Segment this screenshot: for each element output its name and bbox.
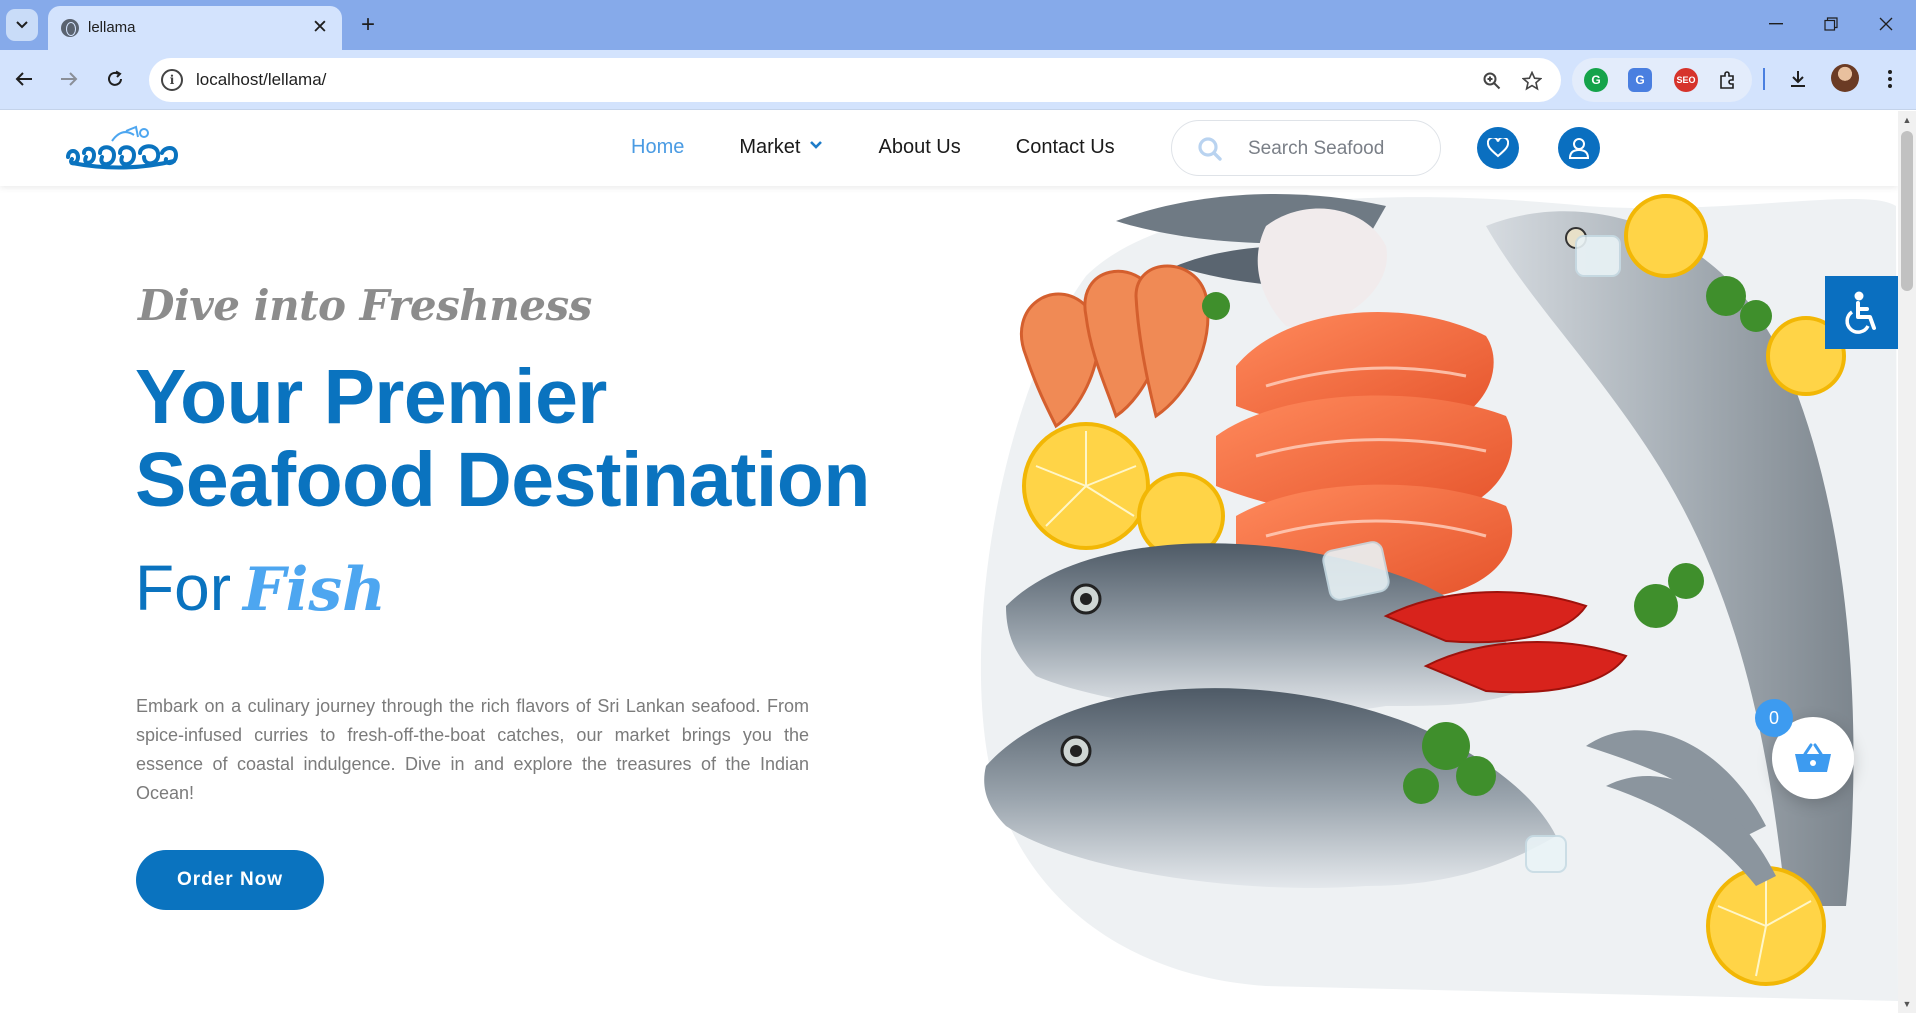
nav-home[interactable]: Home xyxy=(631,136,684,159)
hero-for-highlight: Fish xyxy=(243,555,386,625)
account-button[interactable] xyxy=(1558,127,1600,169)
minimize-button[interactable] xyxy=(1753,6,1799,42)
hero-headline: Your Premier Seafood Destination xyxy=(135,356,870,522)
nav-contact-us[interactable]: Contact Us xyxy=(1016,136,1115,159)
web-page: Home Market About Us Contact Us Dive int… xyxy=(0,111,1898,1013)
chrome-menu-button[interactable] xyxy=(1874,63,1906,95)
order-now-button[interactable]: Order Now xyxy=(136,850,324,910)
nav-about-us[interactable]: About Us xyxy=(878,136,960,159)
extensions-group: G G SEO xyxy=(1572,58,1752,102)
download-icon xyxy=(1791,71,1805,87)
hero-for-text: For xyxy=(135,552,231,624)
new-tab-button[interactable]: + xyxy=(352,9,384,41)
puzzle-extensions-icon[interactable] xyxy=(1716,68,1740,92)
restore-icon xyxy=(1824,17,1838,31)
scrollbar-thumb[interactable] xyxy=(1901,131,1913,291)
seafood-hero-image xyxy=(980,194,1898,1001)
nav-market[interactable]: Market xyxy=(739,136,823,159)
site-header: Home Market About Us Contact Us xyxy=(0,111,1898,186)
chevron-down-icon xyxy=(16,21,28,29)
cart-count-badge: 0 xyxy=(1755,699,1793,737)
hero-headline-line2: Seafood Destination xyxy=(135,437,870,523)
zoom-icon[interactable] xyxy=(1479,68,1505,94)
site-info-icon[interactable]: i xyxy=(161,69,183,91)
arrow-right-icon xyxy=(61,72,78,86)
reload-icon xyxy=(108,70,122,86)
seo-extension-icon[interactable]: SEO xyxy=(1674,68,1698,92)
restore-button[interactable] xyxy=(1808,6,1854,42)
arrow-left-icon xyxy=(15,72,32,86)
url-text: localhost/lellama/ xyxy=(196,70,327,89)
page-scrollbar[interactable]: ▲ ▼ xyxy=(1898,111,1916,1013)
grammarly-extension-icon[interactable]: G xyxy=(1584,68,1608,92)
chevron-down-icon xyxy=(810,141,823,149)
more-vertical-icon xyxy=(1888,70,1892,88)
browser-tabstrip: lellama ✕ + xyxy=(0,0,1916,50)
hero-description: Embark on a culinary journey through the… xyxy=(136,696,809,803)
profile-avatar[interactable] xyxy=(1831,64,1859,92)
globe-icon xyxy=(61,19,79,37)
close-icon xyxy=(1879,17,1893,31)
tab-title: lellama xyxy=(88,19,136,36)
search-icon xyxy=(1198,137,1222,161)
hero-tagline: Dive into Freshness xyxy=(138,281,592,330)
user-icon xyxy=(1568,138,1590,159)
nav-market-label: Market xyxy=(739,136,801,158)
tab-search-button[interactable] xyxy=(6,9,38,41)
main-nav: Home Market About Us Contact Us xyxy=(631,136,1170,159)
heart-icon xyxy=(1487,138,1509,158)
back-button[interactable] xyxy=(8,63,40,95)
accessibility-button[interactable] xyxy=(1825,276,1898,349)
hero-for-line: For Fish xyxy=(135,551,386,625)
tab-close-button[interactable]: ✕ xyxy=(308,15,332,39)
browser-tab[interactable]: lellama ✕ xyxy=(48,6,342,50)
toolbar-divider xyxy=(1763,68,1765,90)
forward-button[interactable] xyxy=(53,63,85,95)
scroll-down-icon[interactable]: ▼ xyxy=(1902,999,1912,1009)
bookmark-star-icon[interactable] xyxy=(1519,68,1545,94)
close-window-button[interactable] xyxy=(1863,6,1909,42)
search-box[interactable] xyxy=(1171,120,1441,176)
site-logo[interactable] xyxy=(64,123,180,175)
minimize-icon xyxy=(1769,23,1783,25)
browser-toolbar: i localhost/lellama/ G G SEO xyxy=(0,50,1916,110)
search-input[interactable] xyxy=(1248,135,1428,163)
address-bar[interactable]: i localhost/lellama/ xyxy=(149,58,1561,102)
wishlist-button[interactable] xyxy=(1477,127,1519,169)
scroll-up-icon[interactable]: ▲ xyxy=(1902,115,1912,125)
basket-icon xyxy=(1795,743,1831,772)
translate-extension-icon[interactable]: G xyxy=(1628,68,1652,92)
hero-headline-line1: Your Premier xyxy=(135,354,607,440)
wheelchair-icon xyxy=(1844,291,1876,334)
downloads-button[interactable] xyxy=(1782,63,1814,95)
reload-button[interactable] xyxy=(99,63,131,95)
